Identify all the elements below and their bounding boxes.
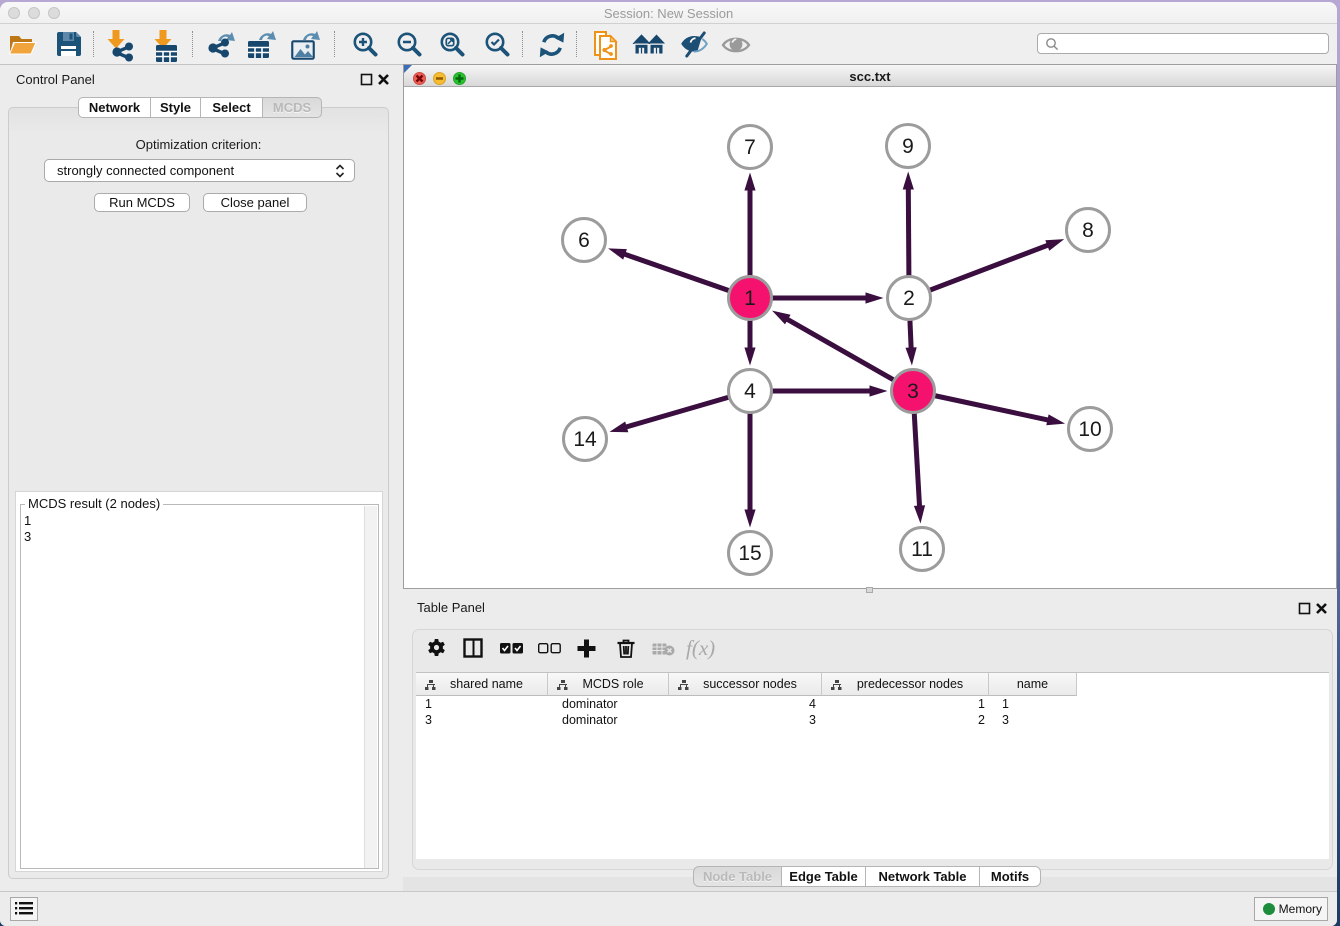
svg-text:6: 6 (578, 229, 590, 252)
svg-text:15: 15 (738, 542, 761, 565)
svg-text:9: 9 (902, 135, 914, 158)
svg-text:11: 11 (911, 538, 933, 561)
svg-text:10: 10 (1078, 418, 1101, 441)
svg-text:2: 2 (903, 287, 915, 310)
svg-text:7: 7 (744, 136, 756, 159)
svg-text:14: 14 (573, 428, 597, 451)
svg-text:1: 1 (744, 287, 756, 310)
svg-text:8: 8 (1082, 219, 1094, 242)
svg-text:4: 4 (744, 380, 756, 403)
svg-text:3: 3 (907, 380, 919, 403)
